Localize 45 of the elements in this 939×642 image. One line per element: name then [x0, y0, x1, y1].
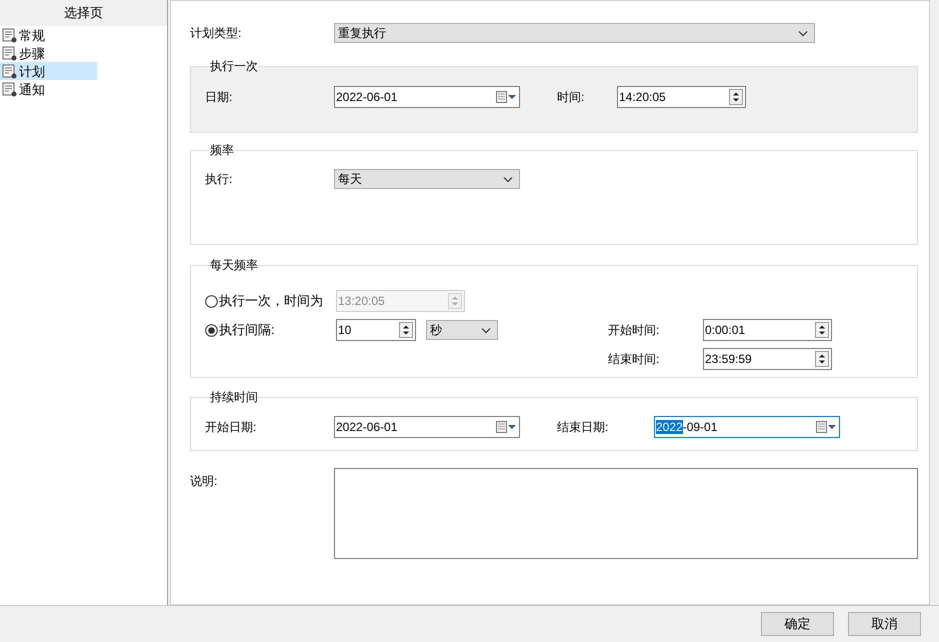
radio-option[interactable]: 执行一次，时间为 [205, 291, 336, 311]
plan-type-dropdown[interactable]: 重复执行 [334, 23, 815, 43]
spin-arrows-icon [815, 351, 829, 367]
spin-arrows-icon [399, 322, 413, 338]
field-label: 时间: [556, 89, 586, 106]
frequency-dropdown[interactable]: 每天 [334, 169, 520, 189]
field-label: 日期: [205, 89, 234, 106]
group-title: 持续时间 [210, 389, 258, 406]
field-label: 结束时间: [608, 351, 660, 368]
calendar-icon [496, 421, 507, 433]
description-field[interactable] [334, 468, 918, 559]
spin-arrows-icon [815, 322, 829, 338]
caret-down-icon [828, 425, 836, 429]
group-title: 执行一次 [210, 58, 258, 75]
time-field[interactable]: 0:00:01 [703, 319, 832, 341]
sidebar-item[interactable]: 通知 [0, 80, 97, 98]
field-label: 开始时间: [608, 322, 660, 339]
calendar-icon [496, 91, 507, 103]
field-label: 说明: [190, 473, 218, 490]
sidebar-item[interactable]: 常规 [0, 26, 97, 44]
time-field[interactable]: 10 [336, 319, 416, 341]
time-field[interactable]: 23:59:59 [703, 348, 832, 370]
sidebar-item[interactable]: 步骤 [0, 44, 97, 62]
spin-arrows-icon [448, 293, 462, 309]
date-field[interactable]: 2022-06-01 [334, 416, 520, 438]
field-label: 结束日期: [556, 419, 610, 436]
chevron-down-icon [481, 326, 491, 334]
field-label: 开始日期: [205, 419, 258, 436]
panel-header: 选择页 [0, 0, 167, 26]
dialog-button[interactable]: 确定 [761, 612, 834, 636]
caret-down-icon [508, 95, 516, 99]
group-title: 每天频率 [210, 257, 258, 274]
spin-arrows-icon [729, 89, 743, 105]
field-label: 执行: [205, 171, 234, 188]
radio-option[interactable]: 执行间隔: [205, 320, 336, 340]
chevron-down-icon [503, 176, 513, 182]
chevron-down-icon [798, 30, 808, 36]
dialog-button[interactable]: 取消 [848, 612, 921, 636]
date-field[interactable]: 2022-09-01 [654, 416, 840, 438]
calendar-icon [816, 421, 827, 433]
unit-dropdown[interactable]: 秒 [426, 320, 498, 340]
group-title: 频率 [210, 142, 234, 159]
sidebar-item[interactable]: 计划 [0, 62, 97, 80]
field-label: 计划类型: [190, 25, 242, 42]
caret-down-icon [508, 425, 516, 429]
